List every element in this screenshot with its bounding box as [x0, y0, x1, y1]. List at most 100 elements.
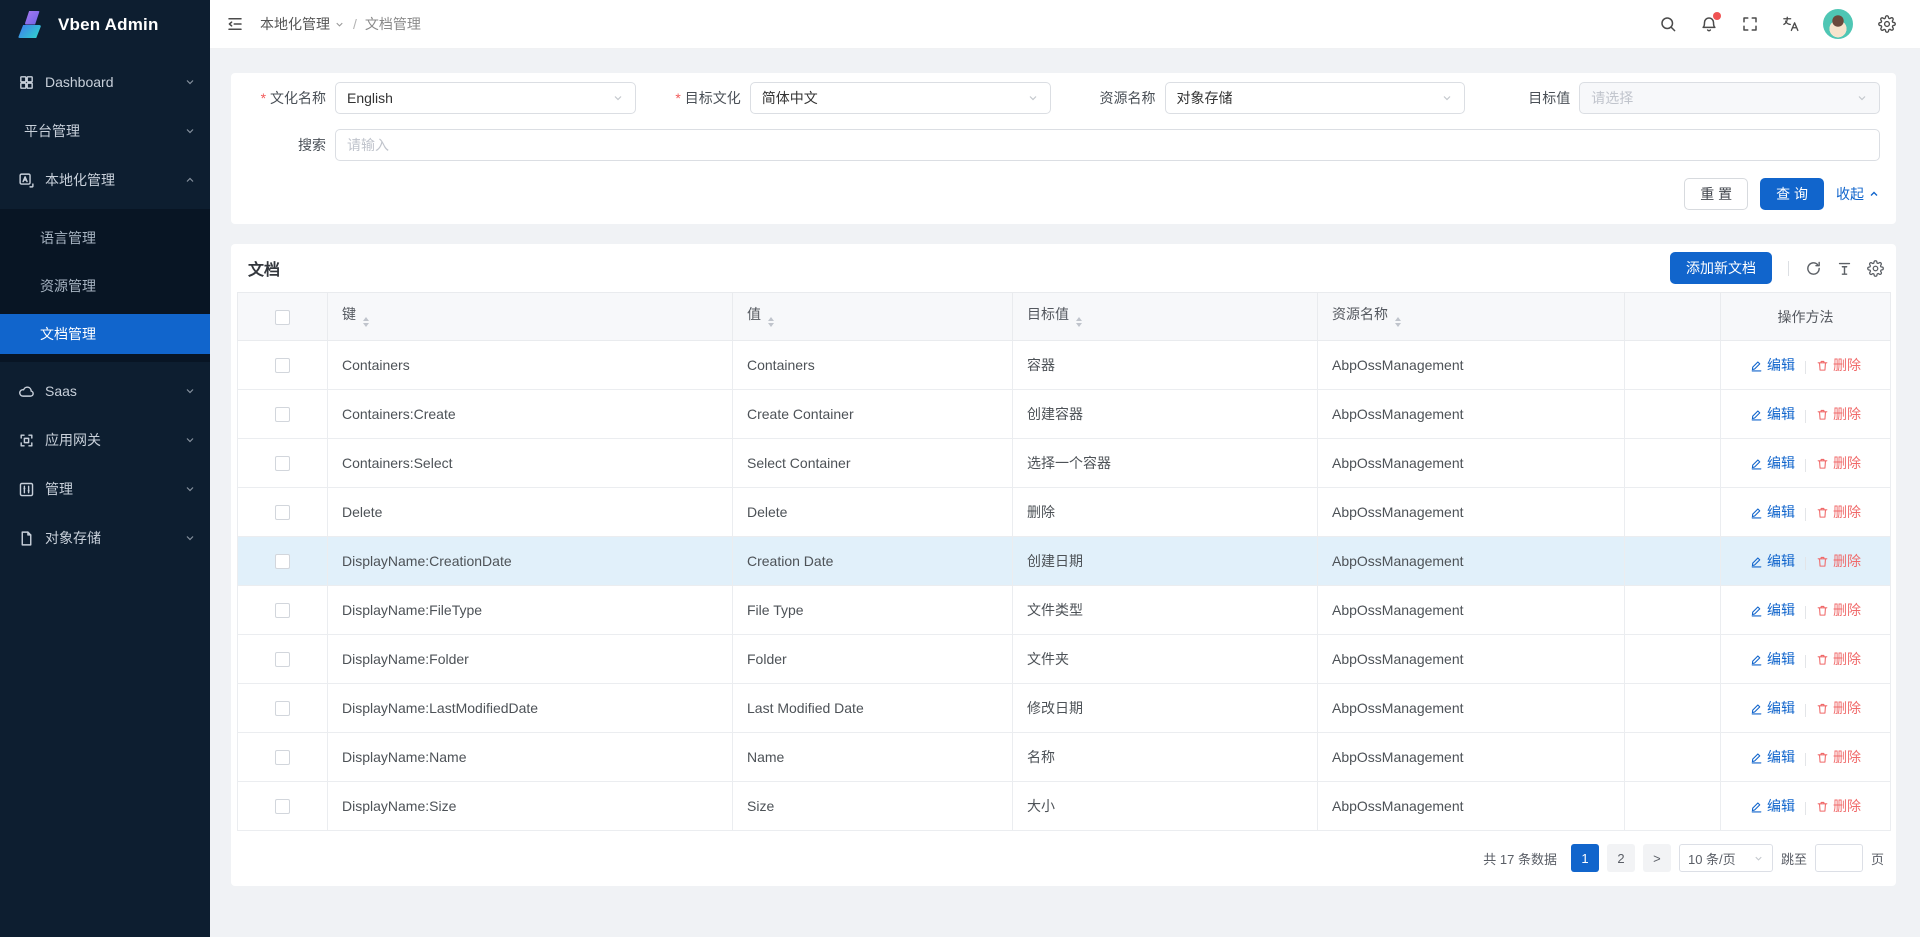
- row-height-icon[interactable]: [1836, 260, 1853, 277]
- page-button-2[interactable]: 2: [1607, 844, 1635, 872]
- jump-suffix-label: 页: [1871, 849, 1884, 868]
- topbar: 本地化管理 / 文档管理: [210, 0, 1920, 49]
- delete-button[interactable]: 删除: [1816, 796, 1861, 816]
- delete-button[interactable]: 删除: [1816, 355, 1861, 375]
- table-row[interactable]: DisplayName:FolderFolder文件夹AbpOssManagem…: [238, 635, 1891, 684]
- edit-button[interactable]: 编辑: [1750, 404, 1795, 424]
- target-culture-select[interactable]: 简体中文: [750, 82, 1051, 114]
- sidebar-subitem-language[interactable]: 语言管理: [0, 218, 210, 258]
- table-row[interactable]: ContainersContainers容器AbpOssManagement编辑…: [238, 341, 1891, 390]
- delete-button[interactable]: 删除: [1816, 600, 1861, 620]
- column-header[interactable]: 目标值: [1013, 293, 1318, 341]
- row-checkbox[interactable]: [275, 407, 290, 422]
- delete-button[interactable]: 删除: [1816, 453, 1861, 473]
- table-row[interactable]: DisplayName:LastModifiedDateLast Modifie…: [238, 684, 1891, 733]
- sidebar-subitem-resource[interactable]: 资源管理: [0, 266, 210, 306]
- sort-icon[interactable]: [1076, 314, 1082, 330]
- delete-button[interactable]: 删除: [1816, 404, 1861, 424]
- delete-button[interactable]: 删除: [1816, 551, 1861, 571]
- cell-value: File Type: [733, 586, 1013, 635]
- sidebar-subitem-document[interactable]: 文档管理: [0, 314, 210, 354]
- app-logo[interactable]: Vben Admin: [0, 0, 210, 49]
- reset-button[interactable]: 重 置: [1684, 178, 1748, 210]
- edit-button[interactable]: 编辑: [1750, 747, 1795, 767]
- sidebar-item-localization[interactable]: 本地化管理: [0, 160, 210, 200]
- cell-target-value: 大小: [1013, 782, 1318, 831]
- add-document-button[interactable]: 添加新文档: [1670, 252, 1772, 284]
- row-checkbox[interactable]: [275, 358, 290, 373]
- select-all-checkbox[interactable]: [275, 310, 290, 325]
- refresh-icon[interactable]: [1805, 260, 1822, 277]
- query-button[interactable]: 查 询: [1760, 178, 1824, 210]
- delete-button[interactable]: 删除: [1816, 502, 1861, 522]
- search-input[interactable]: [335, 129, 1880, 161]
- culture-select[interactable]: English: [335, 82, 636, 114]
- table-row[interactable]: Containers:CreateCreate Container创建容器Abp…: [238, 390, 1891, 439]
- row-checkbox[interactable]: [275, 652, 290, 667]
- page-size-select[interactable]: 10 条/页: [1679, 844, 1773, 872]
- sidebar-item-dashboard[interactable]: Dashboard: [0, 62, 210, 102]
- row-checkbox[interactable]: [275, 505, 290, 520]
- page-content: 文化名称 English 目标文化 简体中文 资源名称: [210, 49, 1920, 937]
- column-header[interactable]: 值: [733, 293, 1013, 341]
- search-icon[interactable]: [1659, 15, 1677, 33]
- row-checkbox[interactable]: [275, 456, 290, 471]
- table-row[interactable]: DisplayName:CreationDateCreation Date创建日…: [238, 537, 1891, 586]
- edit-button[interactable]: 编辑: [1750, 649, 1795, 669]
- gateway-icon: [18, 432, 35, 449]
- row-checkbox[interactable]: [275, 603, 290, 618]
- edit-button[interactable]: 编辑: [1750, 502, 1795, 522]
- avatar[interactable]: [1823, 9, 1853, 39]
- next-page-button[interactable]: >: [1643, 844, 1671, 872]
- sidebar-item-gateway[interactable]: 应用网关: [0, 420, 210, 460]
- cell-value: Creation Date: [733, 537, 1013, 586]
- fullscreen-icon[interactable]: [1741, 15, 1759, 33]
- table-row[interactable]: DeleteDelete删除AbpOssManagement编辑删除: [238, 488, 1891, 537]
- sidebar-item-management[interactable]: 管理: [0, 469, 210, 509]
- table-row[interactable]: DisplayName:FileTypeFile Type文件类型AbpOssM…: [238, 586, 1891, 635]
- edit-button[interactable]: 编辑: [1750, 551, 1795, 571]
- breadcrumb-parent[interactable]: 本地化管理: [260, 14, 345, 34]
- sidebar-item-object-storage[interactable]: 对象存储: [0, 518, 210, 558]
- gear-icon[interactable]: [1878, 15, 1896, 33]
- sidebar-item-saas[interactable]: Saas: [0, 371, 210, 411]
- table-row[interactable]: Containers:SelectSelect Container选择一个容器A…: [238, 439, 1891, 488]
- sidebar-item-platform[interactable]: 平台管理: [0, 111, 210, 151]
- translate-icon[interactable]: [1782, 15, 1800, 33]
- bell-icon[interactable]: [1700, 15, 1718, 33]
- sort-icon[interactable]: [1395, 314, 1401, 330]
- row-checkbox[interactable]: [275, 554, 290, 569]
- cell-key: DisplayName:Folder: [328, 635, 733, 684]
- sort-icon[interactable]: [768, 314, 774, 330]
- row-checkbox[interactable]: [275, 701, 290, 716]
- menu-fold-icon[interactable]: [226, 15, 244, 33]
- main-area: 本地化管理 / 文档管理: [210, 0, 1920, 937]
- table-settings-icon[interactable]: [1867, 260, 1884, 277]
- cell-key: Containers: [328, 341, 733, 390]
- column-header[interactable]: 键: [328, 293, 733, 341]
- cell-actions: 编辑 删除: [1721, 586, 1891, 635]
- table-row[interactable]: DisplayName:SizeSize大小AbpOssManagement编辑…: [238, 782, 1891, 831]
- cell-empty: [1625, 439, 1721, 488]
- page-button-1[interactable]: 1: [1571, 844, 1599, 872]
- collapse-link[interactable]: 收起: [1836, 184, 1880, 204]
- chevron-down-icon: [1753, 853, 1764, 864]
- delete-button[interactable]: 删除: [1816, 747, 1861, 767]
- table-row[interactable]: DisplayName:NameName名称AbpOssManagement编辑…: [238, 733, 1891, 782]
- row-checkbox[interactable]: [275, 750, 290, 765]
- edit-button[interactable]: 编辑: [1750, 453, 1795, 473]
- cell-key: Containers:Select: [328, 439, 733, 488]
- resource-name-select[interactable]: 对象存储: [1165, 82, 1466, 114]
- row-checkbox[interactable]: [275, 799, 290, 814]
- target-value-select[interactable]: 请选择: [1579, 82, 1880, 114]
- cell-resource-name: AbpOssManagement: [1318, 439, 1625, 488]
- delete-button[interactable]: 删除: [1816, 698, 1861, 718]
- column-header[interactable]: 资源名称: [1318, 293, 1625, 341]
- edit-button[interactable]: 编辑: [1750, 600, 1795, 620]
- jump-page-input[interactable]: [1815, 844, 1863, 872]
- sort-icon[interactable]: [363, 314, 369, 330]
- delete-button[interactable]: 删除: [1816, 649, 1861, 669]
- edit-button[interactable]: 编辑: [1750, 796, 1795, 816]
- edit-button[interactable]: 编辑: [1750, 698, 1795, 718]
- edit-button[interactable]: 编辑: [1750, 355, 1795, 375]
